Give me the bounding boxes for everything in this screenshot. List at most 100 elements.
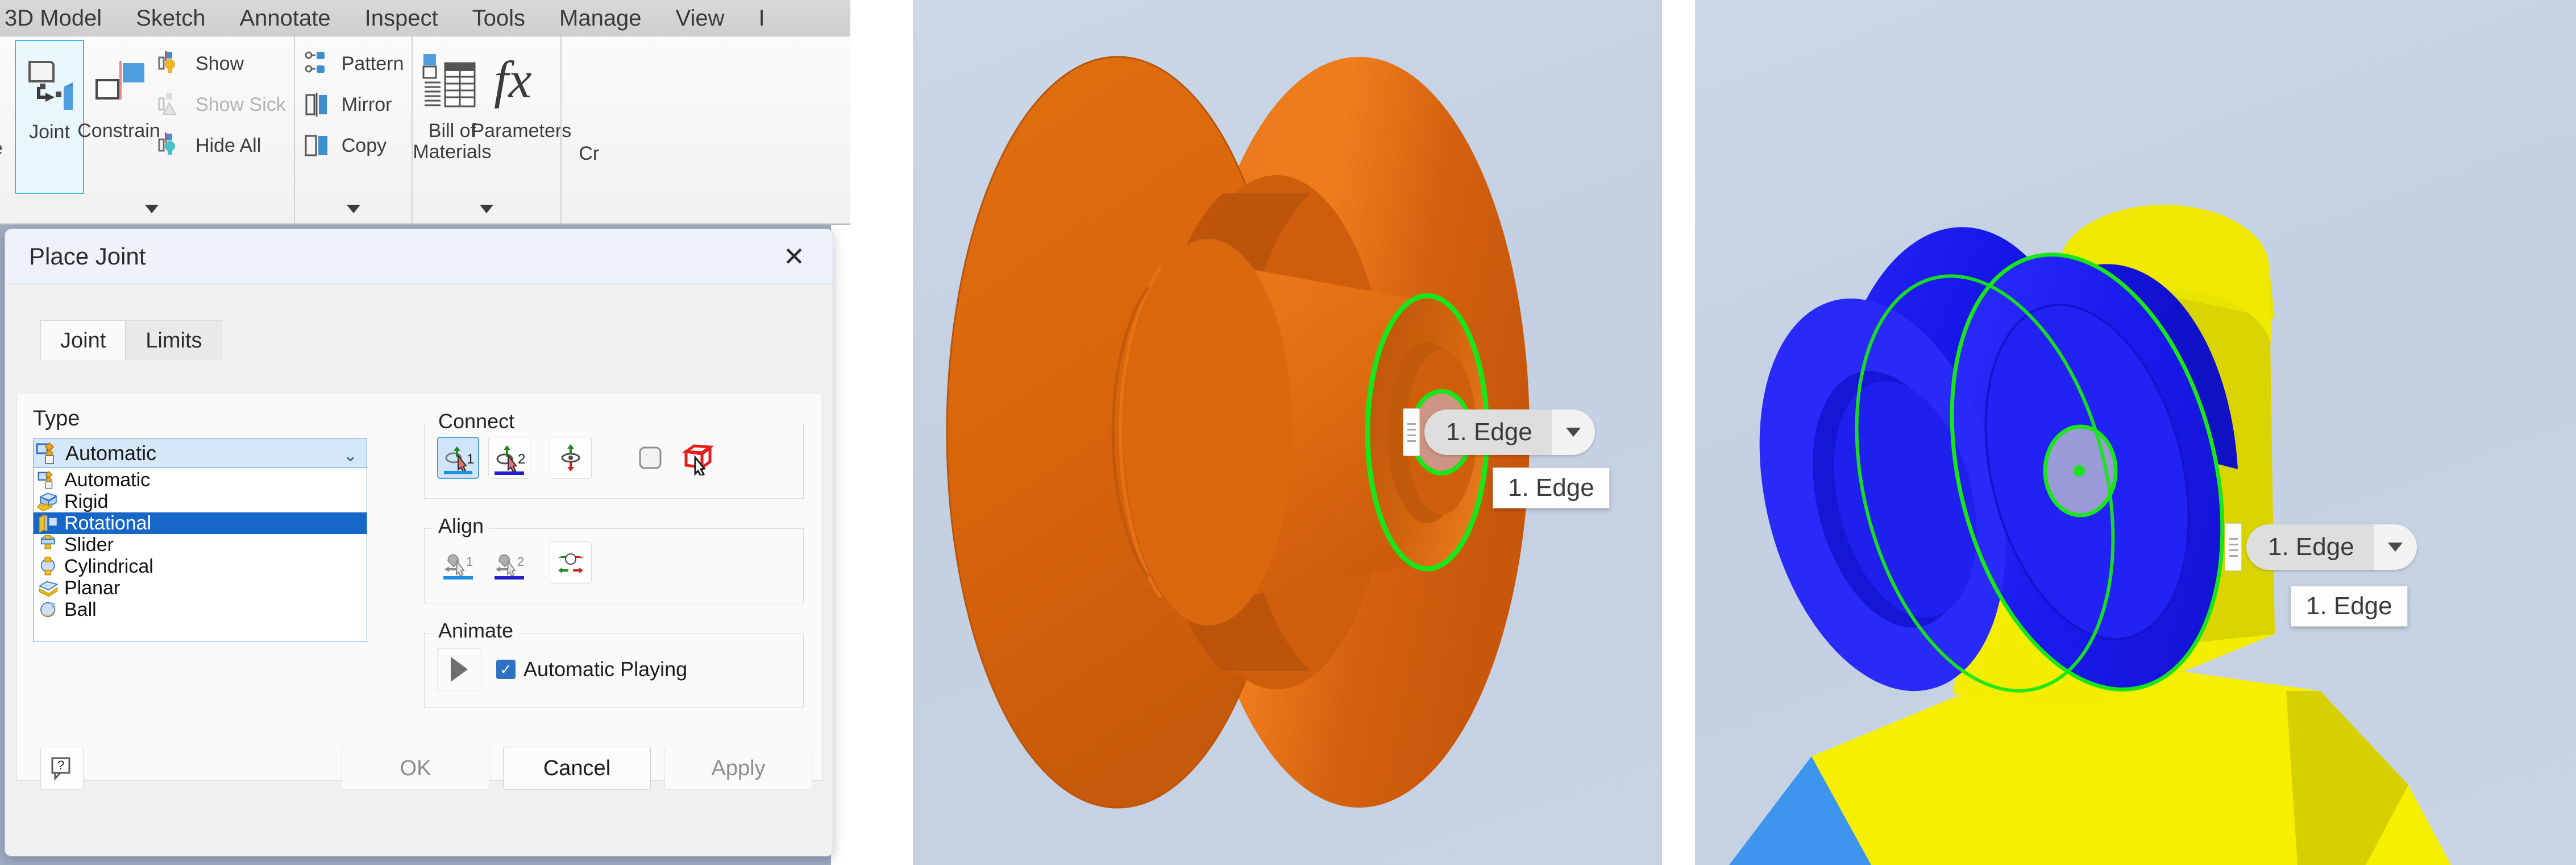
mirror-button[interactable]: Mirror [300,84,408,125]
empty-slot[interactable] [629,437,671,479]
joint-planar-icon [36,578,61,598]
relationships-group-expander[interactable] [10,194,294,224]
inventor-panel: 3D Model Sketch Annotate Inspect Tools M… [0,0,850,865]
joint-ball-icon [36,599,61,620]
dialog-body: Joint Limits Type Automatic ⌄ Automatic … [5,284,833,856]
edge-selector-pill[interactable]: 1. Edge [2246,524,2417,570]
edge-selector-hud[interactable]: 1. Edge [1403,408,1595,456]
option-automatic[interactable]: Automatic [34,469,367,491]
drag-grip-icon[interactable] [1403,408,1420,456]
close-icon[interactable]: ✕ [779,242,809,271]
svg-text:1: 1 [467,452,474,467]
tab-limits[interactable]: Limits [126,320,222,360]
animate-group: Animate ✓ Automatic Playing [424,619,804,708]
ribbon-group-relationships: Joint Constrain Show Show Sick Hide All [10,36,294,224]
option-cylindrical[interactable]: Cylindrical [34,556,367,577]
parameters-button[interactable]: fx Parameters [472,40,572,194]
flip-origin-button[interactable] [550,437,592,479]
ribbon-body: e [0,36,850,225]
option-label: Ball [64,598,97,620]
joint-button[interactable]: Joint [15,40,84,194]
automatic-playing-checkbox-row[interactable]: ✓ Automatic Playing [496,657,687,681]
ribbon-group-pattern: Pattern Mirror Copy [293,36,412,224]
option-planar[interactable]: Planar [34,577,367,599]
pick-component-1-button[interactable]: 1 [437,437,479,479]
option-label: Rigid [64,490,109,512]
joint-type-dropdown-list[interactable]: Automatic Rigid Rotational Slider Cylind… [33,469,367,642]
bill-of-materials-button[interactable]: Bill of Materials [413,40,491,194]
edge-selector-pill[interactable]: 1. Edge [1424,409,1595,455]
orange-wheel-viewport[interactable]: 1. Edge 1. Edge [913,0,1662,865]
pick-component-2-button[interactable]: 2 [488,437,530,479]
ribbon-tab-manage[interactable]: Manage [542,0,659,36]
ribbon-partial-label: e [0,138,3,160]
dialog-tab-bar: Joint Limits [40,320,222,360]
ribbon-tab-sketch[interactable]: Sketch [119,0,222,36]
option-label: Rotational [64,512,152,534]
ribbon-tab-strip: 3D Model Sketch Annotate Inspect Tools M… [0,0,850,36]
show-icon [157,48,190,80]
help-button[interactable]: ? [40,747,84,790]
copy-icon [303,130,336,162]
automatic-playing-checkbox[interactable]: ✓ [496,660,516,679]
mirror-icon [303,89,336,121]
option-rotational[interactable]: Rotational [34,512,367,534]
align-1-button[interactable]: 1 [437,541,479,583]
ribbon-tab-tools[interactable]: Tools [455,0,542,36]
show-sick-button[interactable]: Show Sick [153,84,289,125]
svg-text:fx: fx [494,51,532,109]
ribbon-group-cut-off: Cr [560,36,850,224]
edge-selector-dropdown-button[interactable] [2373,524,2417,570]
option-rigid[interactable]: Rigid [34,491,367,512]
edge-selector-hud[interactable]: 1. Edge [2225,523,2417,571]
dialog-title: Place Joint [29,243,146,270]
align-2-button[interactable]: 2 [488,541,530,583]
ribbon-tab-view[interactable]: View [659,0,742,36]
drag-grip-icon[interactable] [2225,523,2242,571]
blue-yellow-assembly-viewport[interactable]: 1. Edge 1. Edge [1695,0,2576,865]
edge-selector-dropdown-button[interactable] [1551,409,1595,455]
pattern-group-expander[interactable] [295,194,412,224]
edge-selector-value[interactable]: 1. Edge [1424,409,1552,455]
ribbon-tab-cut-off[interactable]: I [742,0,782,36]
assembly-model[interactable] [1695,0,2576,865]
svg-text:2: 2 [518,452,525,467]
play-animation-button[interactable] [437,648,481,690]
svg-text:2: 2 [517,554,524,569]
transparent-component-button[interactable] [677,437,719,479]
joint-tab-page: Type Automatic ⌄ Automatic Rigid Rotatio… [16,394,822,781]
option-label: Slider [64,533,114,556]
automatic-playing-label: Automatic Playing [523,657,688,681]
option-label: Planar [64,577,121,599]
connect-group-label: Connect [433,409,521,433]
pattern-button[interactable]: Pattern [300,43,408,84]
apply-button[interactable]: Apply [664,747,812,790]
show-sick-button-label: Show Sick [196,93,286,115]
hide-all-button[interactable]: Hide All [153,125,289,166]
constrain-button[interactable]: Constrain [77,40,160,194]
cancel-button[interactable]: Cancel [503,747,651,790]
option-label: Cylindrical [64,555,153,577]
type-label: Type [33,407,80,431]
origin-point-marker [2074,465,2085,477]
joint-slider-icon [36,535,61,555]
ribbon-tab-3d-model[interactable]: 3D Model [0,0,119,36]
joint-cylindrical-icon [36,556,61,577]
chevron-down-icon [2387,543,2403,552]
align-group: Align 1 2 [424,514,804,603]
joint-rigid-icon [36,491,61,512]
tab-joint[interactable]: Joint [40,320,126,360]
ribbon-tab-inspect[interactable]: Inspect [348,0,455,36]
ribbon-tab-annotate[interactable]: Annotate [223,0,348,36]
ok-button[interactable]: OK [342,747,489,790]
flip-align-button[interactable] [550,541,592,583]
option-slider[interactable]: Slider [34,534,367,556]
copy-button[interactable]: Copy [300,125,408,166]
show-button[interactable]: Show [153,43,289,84]
relationships-small-column: Show Show Sick Hide All [153,40,289,194]
manage-group-expander[interactable] [413,194,560,224]
joint-type-combobox[interactable]: Automatic ⌄ [33,438,367,468]
edge-selector-value[interactable]: 1. Edge [2246,524,2374,570]
option-ball[interactable]: Ball [34,599,367,620]
joint-button-label: Joint [29,121,70,143]
